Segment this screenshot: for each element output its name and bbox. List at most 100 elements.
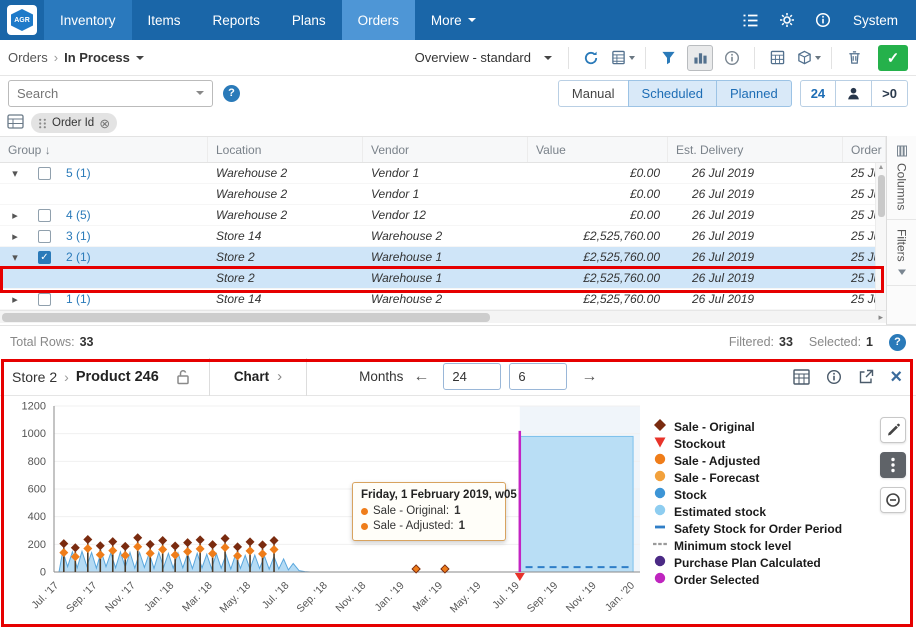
side-tab-columns[interactable]: Columns bbox=[887, 136, 916, 220]
settings-gear-icon[interactable] bbox=[769, 0, 805, 40]
scroll-right-icon[interactable]: ▸ bbox=[878, 311, 883, 324]
tab-chart[interactable]: Chart › bbox=[209, 358, 307, 396]
side-tab-filters[interactable]: Filters bbox=[887, 220, 916, 286]
row-expander-icon[interactable]: ▸ bbox=[0, 230, 30, 243]
table-row[interactable]: ▸1 (1)Store 14Warehouse 2£2,525,760.0026… bbox=[0, 289, 876, 310]
chart-view-icon[interactable] bbox=[687, 45, 713, 71]
sales-history-chart[interactable]: 020040060080010001200Jul. '17Sep. '17Nov… bbox=[2, 396, 650, 629]
row-checkbox[interactable] bbox=[38, 230, 51, 243]
search-help-icon[interactable]: ? bbox=[223, 85, 240, 102]
period-count-button[interactable]: 24 bbox=[800, 80, 836, 107]
package-box-icon[interactable] bbox=[796, 45, 822, 71]
breadcrumb-root[interactable]: Orders bbox=[8, 50, 48, 65]
table-row[interactable]: Store 2Warehouse 1£2,525,760.0026 Jul 20… bbox=[0, 268, 876, 289]
breadcrumb-current[interactable]: In Process bbox=[64, 50, 130, 65]
info-toolbar-icon[interactable] bbox=[719, 45, 745, 71]
open-external-icon[interactable] bbox=[858, 369, 874, 385]
filter-funnel-icon[interactable] bbox=[655, 45, 681, 71]
legend-item[interactable]: Safety Stock for Order Period bbox=[653, 520, 871, 537]
column-header-location[interactable]: Location bbox=[208, 137, 363, 162]
row-checkbox[interactable] bbox=[38, 209, 51, 222]
table-vertical-scrollbar[interactable]: ▲ bbox=[875, 163, 886, 310]
legend-item[interactable]: Purchase Plan Calculated bbox=[653, 554, 871, 571]
row-expander-icon[interactable]: ▸ bbox=[0, 209, 30, 222]
status-help-icon[interactable]: ? bbox=[889, 334, 906, 351]
panel-product-title[interactable]: Product 246 bbox=[76, 369, 159, 385]
table-row[interactable]: ▾5 (1)Warehouse 2Vendor 1£0.0026 Jul 201… bbox=[0, 163, 876, 184]
toggle-scheduled[interactable]: Scheduled bbox=[628, 80, 717, 107]
user-filter-button[interactable] bbox=[835, 80, 872, 107]
nav-item-orders[interactable]: Orders bbox=[342, 0, 415, 40]
horizontal-scroll-thumb[interactable] bbox=[2, 313, 490, 322]
table-row[interactable]: ▸4 (5)Warehouse 2Vendor 12£0.0026 Jul 20… bbox=[0, 205, 876, 226]
toggle-manual[interactable]: Manual bbox=[558, 80, 629, 107]
column-header-order-date[interactable]: Order D bbox=[843, 137, 886, 162]
unlock-icon[interactable] bbox=[175, 369, 191, 385]
legend-item[interactable]: Stockout bbox=[653, 435, 871, 452]
legend-item[interactable]: Minimum stock level bbox=[653, 537, 871, 554]
toggle-planned[interactable]: Planned bbox=[716, 80, 792, 107]
row-checkbox[interactable] bbox=[38, 167, 51, 180]
group-by-chip[interactable]: Order Id ⊗ bbox=[31, 113, 117, 133]
app-logo[interactable]: AGR bbox=[0, 0, 44, 40]
nav-item-inventory[interactable]: Inventory bbox=[44, 0, 132, 40]
row-expander-icon[interactable]: ▾ bbox=[0, 167, 30, 180]
nav-item-reports[interactable]: Reports bbox=[197, 0, 276, 40]
breadcrumb-caret-icon[interactable] bbox=[136, 56, 144, 60]
panel-close-icon[interactable]: × bbox=[890, 367, 902, 387]
column-header-group[interactable]: Group ↓ bbox=[0, 137, 208, 162]
system-menu[interactable]: System bbox=[841, 13, 910, 28]
cell-group-link[interactable]: 5 (1) bbox=[58, 166, 208, 180]
cell-group-link[interactable]: 1 (1) bbox=[58, 292, 208, 306]
panel-info-icon[interactable] bbox=[826, 369, 842, 385]
months-future-input[interactable] bbox=[509, 363, 567, 390]
row-expander-icon[interactable]: ▾ bbox=[0, 251, 30, 264]
confirm-button[interactable]: ✓ bbox=[878, 45, 908, 71]
calculation-grid-icon[interactable] bbox=[764, 45, 790, 71]
table-row[interactable]: ▾✓2 (1)Store 2Warehouse 1£2,525,760.0026… bbox=[0, 247, 876, 268]
legend-item[interactable]: Order Selected bbox=[653, 571, 871, 588]
layout-table-icon[interactable] bbox=[7, 114, 24, 132]
export-spreadsheet-icon[interactable] bbox=[610, 45, 636, 71]
info-icon[interactable] bbox=[805, 0, 841, 40]
legend-item[interactable]: Sale - Adjusted bbox=[653, 452, 871, 469]
zoom-out-button[interactable] bbox=[880, 487, 906, 513]
row-expander-icon[interactable]: ▸ bbox=[0, 293, 30, 306]
search-dropdown-caret-icon[interactable] bbox=[196, 91, 204, 95]
table-row[interactable]: ▸3 (1)Store 14Warehouse 2£2,525,760.0026… bbox=[0, 226, 876, 247]
row-checkbox[interactable] bbox=[38, 293, 51, 306]
nav-item-more[interactable]: More bbox=[415, 0, 492, 40]
row-checkbox[interactable]: ✓ bbox=[38, 251, 51, 264]
edit-pencil-button[interactable] bbox=[880, 417, 906, 443]
column-header-value[interactable]: Value bbox=[528, 137, 668, 162]
column-header-vendor[interactable]: Vendor bbox=[363, 137, 528, 162]
data-table-icon[interactable] bbox=[793, 369, 810, 385]
search-input[interactable] bbox=[17, 86, 196, 101]
list-menu-icon[interactable] bbox=[733, 0, 769, 40]
cell-group-link[interactable]: 2 (1) bbox=[58, 250, 208, 264]
legend-item[interactable]: Sale - Forecast bbox=[653, 469, 871, 486]
chip-remove-icon[interactable]: ⊗ bbox=[99, 117, 110, 130]
months-history-input[interactable] bbox=[443, 363, 501, 390]
delete-trash-icon[interactable] bbox=[841, 45, 867, 71]
months-forward-arrow-icon[interactable]: → bbox=[581, 368, 597, 386]
vertical-scroll-thumb[interactable] bbox=[878, 175, 885, 217]
scroll-up-icon[interactable]: ▲ bbox=[876, 163, 886, 173]
cell-group-link[interactable]: 4 (5) bbox=[58, 208, 208, 222]
legend-item[interactable]: Stock bbox=[653, 486, 871, 503]
greater-than-zero-button[interactable]: >0 bbox=[871, 80, 908, 107]
table-row[interactable]: Warehouse 2Vendor 1£0.0026 Jul 201925 Ju bbox=[0, 184, 876, 205]
more-options-button[interactable] bbox=[880, 452, 906, 478]
months-back-arrow-icon[interactable]: ← bbox=[413, 368, 429, 386]
legend-item[interactable]: Sale - Original bbox=[653, 418, 871, 435]
cell-vendor: Warehouse 2 bbox=[363, 229, 528, 243]
nav-item-items[interactable]: Items bbox=[132, 0, 197, 40]
panel-store-link[interactable]: Store 2 bbox=[12, 369, 57, 385]
table-horizontal-scrollbar[interactable]: ▸ bbox=[0, 310, 886, 323]
legend-item[interactable]: Estimated stock bbox=[653, 503, 871, 520]
cell-group-link[interactable]: 3 (1) bbox=[58, 229, 208, 243]
refresh-icon[interactable] bbox=[578, 45, 604, 71]
column-header-est-delivery[interactable]: Est. Delivery bbox=[668, 137, 843, 162]
nav-item-plans[interactable]: Plans bbox=[276, 0, 342, 40]
view-dropdown[interactable]: Overview - standard bbox=[415, 50, 552, 65]
